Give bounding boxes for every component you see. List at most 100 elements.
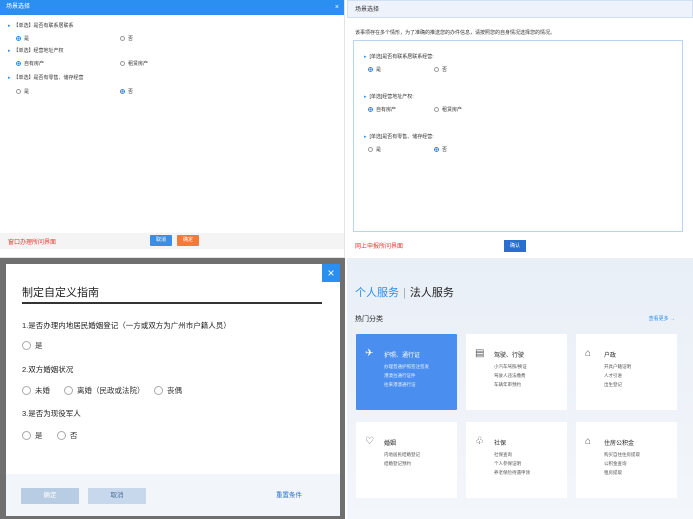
question-2: ▸ 【单选】经营地址产权 <box>8 48 64 54</box>
dialog-title-bar: 场景选择 × <box>0 0 344 15</box>
card-link[interactable]: 内地居民结婚登记 <box>384 452 420 458</box>
radio-option-widowed[interactable]: 丧偶 <box>154 385 182 396</box>
radio-option-unmarried[interactable]: 未婚 <box>22 385 50 396</box>
triangle-icon: ▸ <box>8 75 11 81</box>
radio-icon <box>434 107 439 112</box>
radio-icon <box>22 431 31 440</box>
card-link[interactable]: 结婚登记预约 <box>384 461 411 467</box>
house-icon: ⌂ <box>585 348 592 359</box>
tab-separator: | <box>403 287 406 299</box>
question-1: 1.是否办理内地居民婚姻登记（一方或双方为广州市户籍人员） <box>22 321 231 330</box>
radio-icon <box>120 89 125 94</box>
question-3: 3.是否为现役军人 <box>22 409 81 418</box>
radio-option-no[interactable]: 否 <box>434 146 447 153</box>
card-link[interactable]: 购买自住住房提取 <box>604 452 640 458</box>
card-title: 婚姻 <box>384 441 397 447</box>
radio-option-no[interactable]: 否 <box>434 66 447 73</box>
radio-option-no[interactable]: 否 <box>120 35 133 42</box>
radio-option-rent[interactable]: 租赁房产 <box>120 60 148 67</box>
radio-icon <box>154 386 163 395</box>
card-link[interactable]: 公积金查询 <box>604 461 627 467</box>
radio-option-yes[interactable]: 是 <box>16 35 29 42</box>
page-description: 该事项存在多个情形，为了准确的推送您的办件信息，请按照您的自身情况选择您的情况。 <box>355 30 556 36</box>
card-title: 户政 <box>604 353 617 359</box>
radio-icon <box>434 67 439 72</box>
triangle-icon: ▸ <box>364 94 367 100</box>
card-link[interactable]: 个人参保证明 <box>494 461 521 467</box>
radio-icon <box>22 386 31 395</box>
service-tabs: 个人服务 | 法人服务 <box>355 284 454 300</box>
radio-icon <box>16 89 21 94</box>
triangle-icon: ▸ <box>8 23 11 29</box>
radio-icon <box>120 61 125 66</box>
modal-footer: 确定 取消 重置条件 <box>6 474 340 516</box>
radio-option-own[interactable]: 自有房产 <box>16 60 44 67</box>
card-link[interactable]: 社保查询 <box>494 452 512 458</box>
radio-icon <box>16 36 21 41</box>
radio-icon <box>368 147 373 152</box>
category-card-driving[interactable]: ▤ 驾驶、行驶 小汽车驾照/换证 驾驶人违法缴费 车辆年审预约 <box>466 334 567 410</box>
card-link[interactable]: 办理普通护照签注签发 <box>384 364 429 370</box>
card-link[interactable]: 港澳台通行证件 <box>384 373 416 379</box>
id-card-icon: ▤ <box>475 348 485 359</box>
reset-conditions-button[interactable]: 重置条件 <box>276 488 302 504</box>
radio-icon <box>22 341 31 350</box>
scene-select-dialog-window: 场景选择 × ▸ 【单选】是否有联系居联系 是 否 ▸ 【单选】经营地址产权 自有房… <box>0 0 345 258</box>
card-link[interactable]: 人才引进 <box>604 373 622 379</box>
radio-option-own[interactable]: 自有房产 <box>368 106 396 113</box>
radio-option-rent[interactable]: 租赁房产 <box>434 106 462 113</box>
card-link[interactable]: 小汽车驾照/换证 <box>494 364 527 370</box>
confirm-button[interactable]: 确定 <box>21 488 79 504</box>
radio-icon <box>64 386 73 395</box>
category-card-housing-fund[interactable]: ⌂ 住房公积金 购买自住住房提取 公积金查询 租房提取 <box>576 422 677 498</box>
question-3: ▸ 【单选】是否有零售、储存经营 <box>8 75 84 81</box>
radio-option-no[interactable]: 否 <box>120 88 133 95</box>
page-title: 场景选择 <box>347 0 693 18</box>
question-1: ▸ [单选]是否有联系居联系经营: <box>364 54 434 60</box>
view-more-link[interactable]: 查看更多 → <box>649 315 675 322</box>
card-title: 驾驶、行驶 <box>494 353 525 359</box>
counter-link[interactable]: 窗口办理所问界面 <box>8 237 56 246</box>
tab-personal[interactable]: 个人服务 <box>355 287 399 299</box>
card-link[interactable]: 车辆年审预约 <box>494 382 521 388</box>
radio-option-yes[interactable]: 是 <box>368 66 381 73</box>
hand-heart-icon: ♧ <box>475 436 484 447</box>
radio-option-yes[interactable]: 是 <box>22 430 43 441</box>
cancel-button[interactable]: 取消 <box>88 488 146 504</box>
triangle-icon: ▸ <box>8 48 11 54</box>
modal-title: 制定自定义指南 <box>22 287 99 299</box>
radio-icon <box>368 107 373 112</box>
card-link[interactable]: 租房提取 <box>604 470 622 476</box>
card-title: 社保 <box>494 441 507 447</box>
radio-icon <box>16 61 21 66</box>
card-link[interactable]: 往来港澳通行证 <box>384 382 416 388</box>
ok-button[interactable]: 确定 <box>177 235 199 246</box>
card-link[interactable]: 开具户籍证明 <box>604 364 631 370</box>
radio-option-yes[interactable]: 是 <box>368 146 381 153</box>
confirm-button[interactable]: 确认 <box>504 240 526 252</box>
question-1: ▸ 【单选】是否有联系居联系 <box>8 23 74 29</box>
category-card-household[interactable]: ⌂ 户政 开具户籍证明 人才引进 出生登记 <box>576 334 677 410</box>
card-link[interactable]: 养老保险待遇申领 <box>494 470 530 476</box>
category-card-marriage[interactable]: ♡ 婚姻 内地居民结婚登记 结婚登记预约 <box>356 422 457 498</box>
card-link[interactable]: 出生登记 <box>604 382 622 388</box>
online-declare-link[interactable]: 网上申报所问界面 <box>355 241 403 250</box>
card-link[interactable]: 驾驶人违法缴费 <box>494 373 526 379</box>
section-title: 热门分类 <box>355 316 383 323</box>
category-card-passport[interactable]: ✈ 护照、通行证 办理普通护照签注签发 港澳台通行证件 往来港澳通行证 <box>356 334 457 410</box>
radio-option-no[interactable]: 否 <box>57 430 78 441</box>
tab-corporate[interactable]: 法人服务 <box>410 287 454 299</box>
cancel-button[interactable]: 取消 <box>150 235 172 246</box>
triangle-icon: ▸ <box>364 134 367 140</box>
category-card-social-security[interactable]: ♧ 社保 社保查询 个人参保证明 养老保险待遇申领 <box>466 422 567 498</box>
close-icon[interactable]: × <box>335 0 339 15</box>
radio-option-yes[interactable]: 是 <box>16 88 29 95</box>
card-title: 住房公积金 <box>604 441 635 447</box>
radio-option-divorced[interactable]: 离婚（民政或法院） <box>64 385 145 396</box>
service-portal: 个人服务 | 法人服务 热门分类 查看更多 → ✈ 护照、通行证 办理普通护照签注签… <box>347 258 693 519</box>
close-icon[interactable]: × <box>322 264 340 282</box>
radio-option-yes[interactable]: 是 <box>22 340 43 351</box>
radio-icon <box>57 431 66 440</box>
question-3: ▸ [单选]是否有零售、储存经营: <box>364 134 434 140</box>
question-2: ▸ [单选]经营地址产权: <box>364 94 414 100</box>
